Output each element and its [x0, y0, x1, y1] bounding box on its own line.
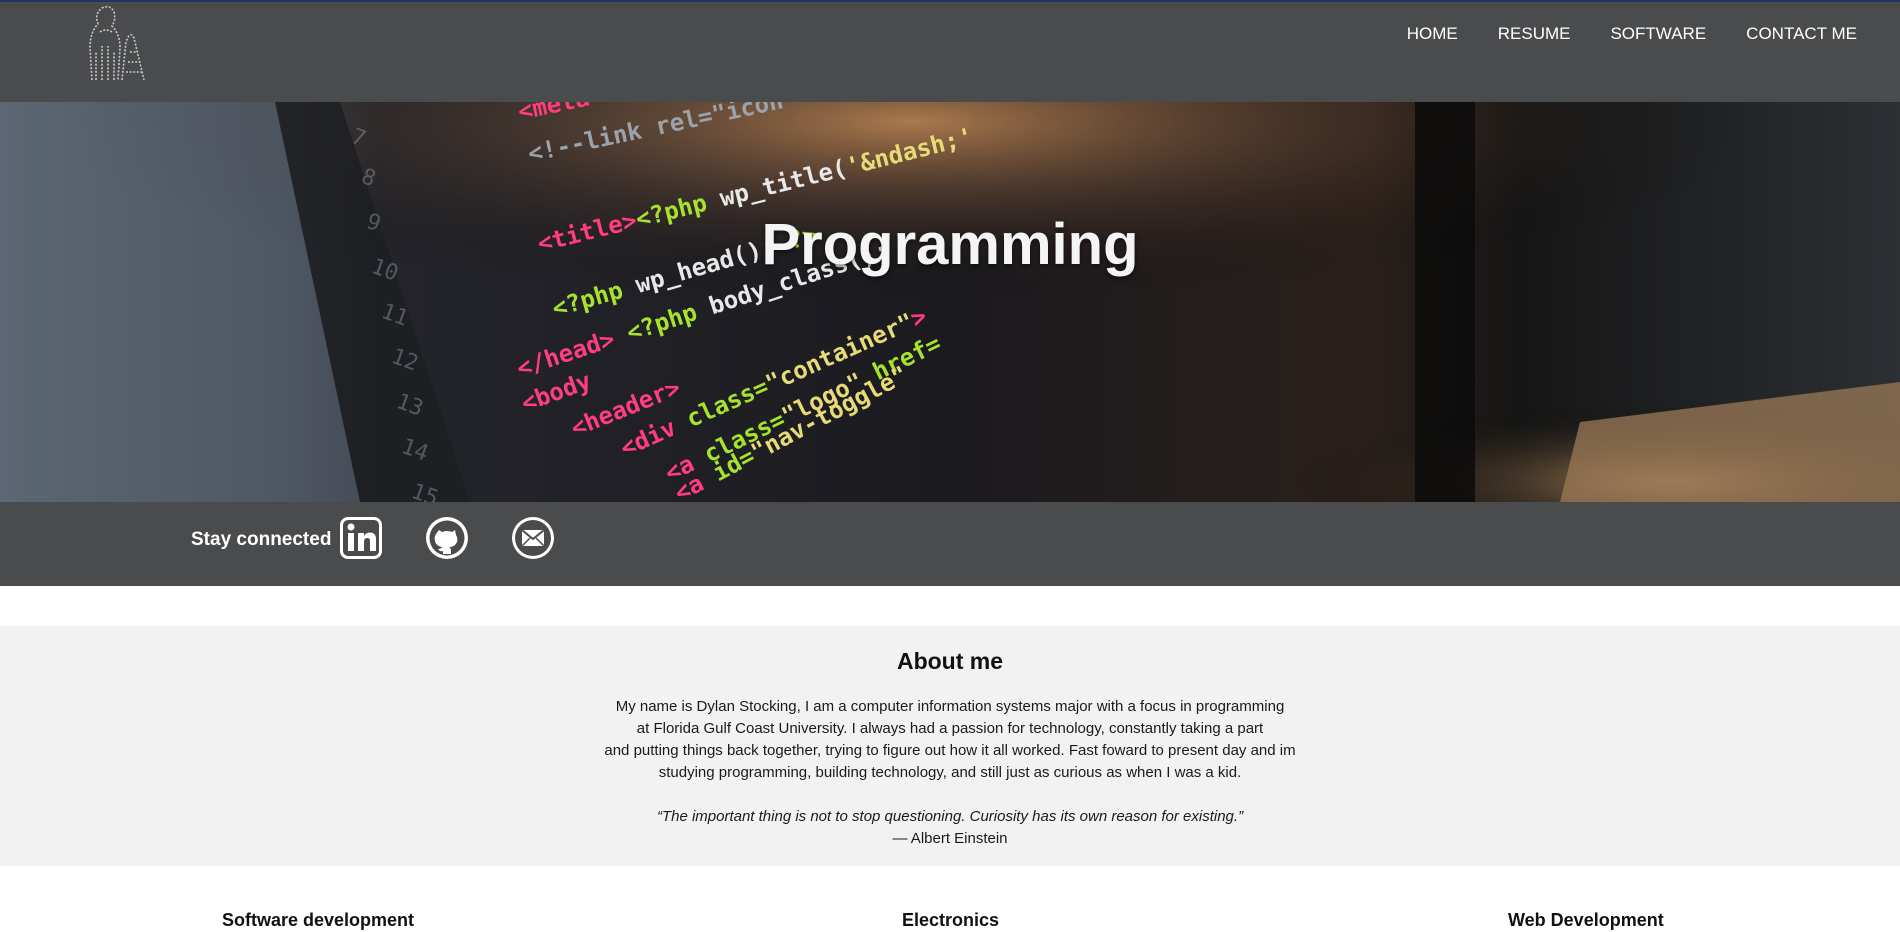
top-accent-line — [0, 0, 1900, 2]
email-icon[interactable] — [511, 516, 555, 560]
hero-banner: 7 8 9 10 11 12 13 14 15 <meta name="auth… — [0, 102, 1900, 502]
social-bar: Stay connected — [0, 502, 1900, 586]
nav-software-link[interactable]: SOFTWARE — [1610, 22, 1706, 46]
stay-connected-label: Stay connected — [191, 529, 332, 550]
nav-resume-link[interactable]: RESUME — [1498, 22, 1571, 46]
site-logo-icon[interactable] — [72, 2, 152, 82]
hero-background-image: 7 8 9 10 11 12 13 14 15 <meta name="auth… — [0, 102, 1900, 502]
about-paragraph-line: and putting things back together, trying… — [604, 742, 1296, 759]
nav-home-link[interactable]: HOME — [1407, 22, 1458, 46]
main-nav: HOME RESUME SOFTWARE CONTACT ME — [1367, 22, 1857, 46]
software-development-heading: Software development — [222, 910, 415, 930]
about-title: About me — [896, 648, 1004, 674]
web-development-heading: Web Development — [1508, 910, 1664, 930]
about-quote: “The important thing is not to stop ques… — [656, 808, 1244, 825]
github-icon[interactable] — [425, 516, 469, 560]
top-navbar: HOME RESUME SOFTWARE CONTACT ME — [0, 0, 1900, 102]
electronics-heading: Electronics — [902, 910, 1000, 930]
about-section: About me My name is Dylan Stocking, I am… — [0, 626, 1900, 866]
linkedin-icon[interactable] — [339, 516, 383, 560]
quote-author: — Albert Einstein — [892, 830, 1008, 847]
about-body: My name is Dylan Stocking, I am a comput… — [0, 696, 1900, 850]
nav-contact-link[interactable]: CONTACT ME — [1746, 22, 1857, 46]
about-paragraph-line: studying programming, building technolog… — [658, 764, 1242, 781]
about-paragraph-line: at Florida Gulf Coast University. I alwa… — [636, 720, 1264, 737]
hero-title: Programming — [761, 212, 1139, 277]
about-paragraph-line: My name is Dylan Stocking, I am a comput… — [615, 698, 1285, 715]
